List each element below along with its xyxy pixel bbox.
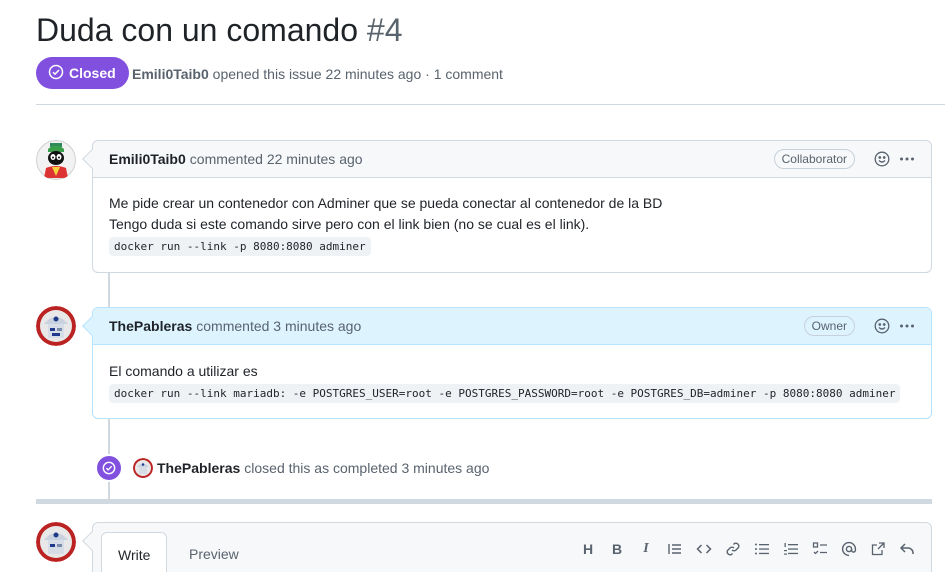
avatar-current-user[interactable]: [36, 522, 76, 562]
ordered-list-icon[interactable]: [783, 541, 799, 557]
closed-event-icon: [95, 454, 123, 482]
comment-line-1: Me pide crear un contenedor con Adminer …: [109, 195, 663, 211]
closed-event: ThePableras closed this as completed 3 m…: [95, 454, 489, 482]
issue-meta: Emili0Taib0 opened this issue 22 minutes…: [132, 66, 503, 82]
kebab-menu-icon[interactable]: [899, 318, 915, 334]
inline-code: docker run --link mariadb: -e POSTGRES_U…: [109, 384, 901, 403]
mention-icon[interactable]: [841, 541, 857, 557]
unordered-list-icon[interactable]: [754, 541, 770, 557]
issue-state-label: Closed: [69, 65, 116, 81]
avatar-emili0taib0[interactable]: [36, 140, 76, 180]
issue-state-badge: Closed: [36, 57, 129, 89]
event-actor-avatar[interactable]: [133, 458, 153, 478]
comment-header: ThePableras commented 3 minutes ago Owne…: [93, 308, 931, 345]
reference-icon[interactable]: [870, 541, 886, 557]
editor-caret: [82, 531, 102, 551]
reply-icon[interactable]: [899, 541, 915, 557]
comment-line-1: El comando a utilizar es: [109, 363, 258, 379]
comment-timestamp[interactable]: commented 22 minutes ago: [190, 151, 363, 167]
comment-timestamp[interactable]: commented 3 minutes ago: [196, 318, 361, 334]
avatar-thepableras[interactable]: [36, 306, 76, 346]
smiley-reaction-icon[interactable]: [874, 151, 890, 167]
kebab-menu-icon[interactable]: [899, 151, 915, 167]
closed-check-icon: [48, 64, 64, 83]
event-actor[interactable]: ThePableras: [157, 460, 240, 476]
comment-body: El comando a utilizar es docker run --li…: [93, 345, 931, 419]
link-icon[interactable]: [725, 541, 741, 557]
event-text: closed this as completed 3 minutes ago: [244, 460, 490, 476]
quote-icon[interactable]: [667, 541, 683, 557]
tab-write[interactable]: Write: [101, 532, 168, 572]
issue-opened-text: opened this issue 22 minutes ago · 1 com…: [212, 66, 503, 82]
task-list-icon[interactable]: [812, 541, 828, 557]
issue-title: Duda con un comando #4: [36, 12, 402, 49]
bold-icon[interactable]: B: [609, 541, 625, 557]
comment-line-2: Tengo duda si este comando sirve pero co…: [109, 216, 590, 232]
italic-icon[interactable]: I: [638, 541, 654, 557]
comment-editor: Write Preview H B I: [82, 522, 932, 572]
comment-header: Emili0Taib0 commented 22 minutes ago Col…: [93, 141, 931, 178]
header-divider: [36, 104, 945, 105]
tab-preview[interactable]: Preview: [173, 532, 255, 572]
smiley-reaction-icon[interactable]: [874, 318, 890, 334]
owner-badge: Owner: [803, 316, 855, 336]
issue-title-text: Duda con un comando: [36, 12, 358, 48]
issue-number: #4: [366, 12, 403, 48]
comment-author[interactable]: ThePableras: [109, 318, 192, 334]
timeline-end-divider: [36, 499, 932, 504]
issue-author-link[interactable]: Emili0Taib0: [132, 66, 209, 82]
collaborator-badge: Collaborator: [773, 149, 855, 169]
comment-2: ThePableras commented 3 minutes ago Owne…: [82, 307, 932, 419]
comment-body: Me pide crear un contenedor con Adminer …: [93, 178, 931, 272]
code-icon[interactable]: [696, 541, 712, 557]
markdown-toolbar: H B I: [580, 541, 915, 557]
comment-1: Emili0Taib0 commented 22 minutes ago Col…: [82, 140, 932, 273]
comment-author[interactable]: Emili0Taib0: [109, 151, 186, 167]
inline-code: docker run --link -p 8080:8080 adminer: [109, 237, 371, 256]
heading-icon[interactable]: H: [580, 541, 596, 557]
